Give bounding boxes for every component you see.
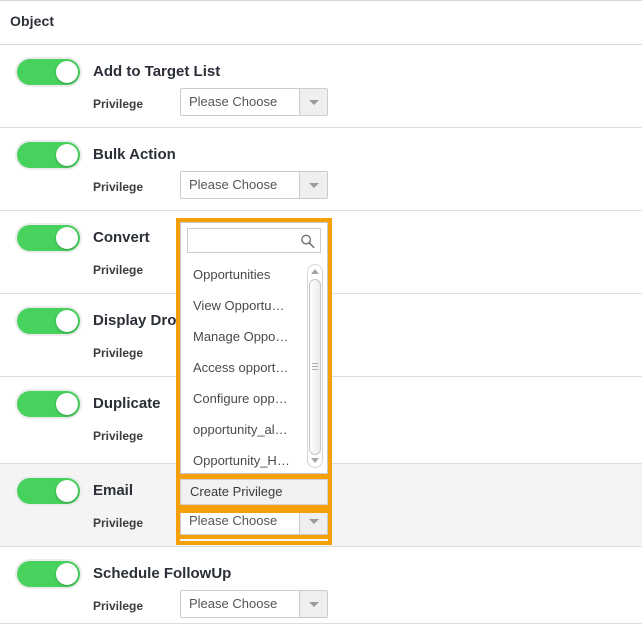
toggle-knob	[56, 393, 78, 415]
create-privilege-option[interactable]: Create Privilege	[180, 479, 328, 505]
panel-header: Object	[0, 0, 642, 45]
enable-toggle[interactable]	[17, 59, 80, 85]
privilege-select[interactable]: Please Choose	[176, 503, 332, 539]
chevron-down-icon	[309, 183, 319, 188]
dropdown-search-wrapper[interactable]	[187, 228, 321, 253]
toggle-knob	[56, 227, 78, 249]
permission-name: Add to Target List	[93, 63, 221, 80]
privilege-dropdown[interactable]: Opportunities View Opportu… Manage Oppo… Ac…	[180, 222, 328, 474]
select-arrow-button[interactable]	[299, 89, 327, 115]
privilege-select-value: Please Choose	[189, 94, 278, 109]
privilege-label: Privilege	[93, 97, 144, 111]
create-privilege-label: Create Privilege	[190, 484, 283, 499]
permission-name: Bulk Action	[93, 146, 176, 163]
chevron-down-icon	[309, 100, 319, 105]
search-input[interactable]	[192, 231, 296, 250]
dropdown-scrollbar[interactable]	[307, 264, 323, 468]
toggle-knob	[56, 563, 78, 585]
caret-down-icon[interactable]	[311, 458, 319, 463]
privilege-label: Privilege	[93, 599, 144, 613]
select-arrow-button[interactable]	[299, 172, 327, 198]
page-title: Object	[10, 13, 55, 29]
object-permissions-panel: Object Add to Target List Privilege Please…	[0, 0, 642, 624]
permission-name: Duplicate	[93, 395, 161, 412]
privilege-label: Privilege	[93, 180, 144, 194]
privilege-select-value: Please Choose	[189, 177, 278, 192]
privilege-select[interactable]: Please Choose	[180, 88, 328, 116]
dropdown-option[interactable]: Configure opp…	[193, 391, 288, 406]
permission-row: Add to Target List Privilege Please Choose	[0, 45, 642, 128]
enable-toggle[interactable]	[17, 391, 80, 417]
permission-row: Bulk Action Privilege Please Choose	[0, 128, 642, 211]
privilege-select[interactable]: Please Choose	[180, 590, 328, 618]
permission-row: Schedule FollowUp Privilege Please Choose	[0, 547, 642, 624]
permission-row: Email Privilege Please Choose	[0, 464, 642, 547]
dropdown-option[interactable]: View Opportu…	[193, 298, 285, 313]
enable-toggle[interactable]	[17, 225, 80, 251]
privilege-label: Privilege	[93, 263, 144, 277]
caret-up-icon[interactable]	[311, 269, 319, 274]
permission-name: Email	[93, 482, 134, 499]
permission-name: Convert	[93, 229, 150, 246]
privilege-select[interactable]: Please Choose	[180, 171, 328, 199]
toggle-knob	[56, 480, 78, 502]
privilege-select-value: Please Choose	[189, 513, 278, 528]
chevron-down-icon	[309, 602, 319, 607]
chevron-down-icon	[309, 519, 319, 524]
select-arrow-button[interactable]	[299, 508, 327, 534]
scrollbar-thumb[interactable]	[309, 279, 321, 455]
search-icon	[301, 234, 315, 249]
privilege-select-value: Please Choose	[189, 596, 278, 611]
dropdown-option[interactable]: Manage Oppo…	[193, 329, 288, 344]
toggle-knob	[56, 310, 78, 332]
permission-name: Schedule FollowUp	[93, 565, 232, 582]
permission-name: Display Drop	[93, 312, 186, 329]
enable-toggle[interactable]	[17, 478, 80, 504]
enable-toggle[interactable]	[17, 561, 80, 587]
toggle-knob	[56, 144, 78, 166]
dropdown-option[interactable]: opportunity_al…	[193, 422, 288, 437]
privilege-label: Privilege	[93, 516, 144, 530]
select-arrow-button[interactable]	[299, 591, 327, 617]
dropdown-option-list[interactable]: Opportunities View Opportu… Manage Oppo… Ac…	[181, 259, 327, 472]
privilege-label: Privilege	[93, 346, 144, 360]
enable-toggle[interactable]	[17, 142, 80, 168]
toggle-knob	[56, 61, 78, 83]
dropdown-option[interactable]: Access opport…	[193, 360, 288, 375]
dropdown-option[interactable]: Opportunity_H…	[193, 453, 290, 468]
dropdown-option[interactable]: Opportunities	[193, 267, 270, 282]
enable-toggle[interactable]	[17, 308, 80, 334]
privilege-label: Privilege	[93, 429, 144, 443]
scrollbar-grip-icon	[312, 363, 318, 371]
